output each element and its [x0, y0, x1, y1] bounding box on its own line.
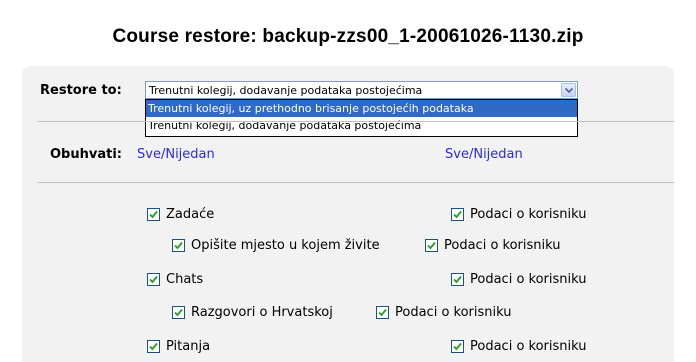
dropdown-option-add-to-existing[interactable]: Trenutni kolegij, dodavanje podataka pos…	[146, 117, 577, 134]
section-divider	[38, 121, 674, 122]
checkmark-icon	[174, 241, 183, 250]
checkmark-icon	[427, 241, 436, 250]
module-label: Razgovori o Hrvatskoj	[191, 305, 333, 320]
userdata-checkbox[interactable]	[451, 273, 464, 286]
chevron-down-icon	[565, 87, 573, 94]
checkmark-icon	[378, 308, 387, 317]
checkmark-icon	[453, 210, 462, 219]
checkmark-icon	[149, 275, 158, 284]
userdata-label: Podaci o korisniku	[470, 272, 587, 287]
userdata-label: Podaci o korisniku	[470, 207, 587, 222]
userdata-checkbox[interactable]	[451, 340, 464, 353]
select-all-userdata-link[interactable]: Sve	[445, 147, 469, 162]
page-title: Course restore: backup-zzs00_1-20061026-…	[112, 26, 584, 47]
select-links-userdata: Sve/Nijedan	[445, 147, 523, 162]
module-checkbox[interactable]	[147, 340, 160, 353]
userdata-label: Podaci o korisniku	[395, 305, 512, 320]
module-label: Zadaće	[166, 207, 215, 222]
dropdown-option-delete-existing[interactable]: Trenutni kolegij, uz prethodno brisanje …	[146, 100, 577, 117]
module-label: Pitanja	[166, 339, 211, 354]
checkmark-icon	[149, 342, 158, 351]
module-checkbox[interactable]	[147, 208, 160, 221]
module-checkbox[interactable]	[147, 273, 160, 286]
userdata-checkbox[interactable]	[376, 306, 389, 319]
module-checkbox[interactable]	[172, 306, 185, 319]
checkmark-icon	[453, 342, 462, 351]
userdata-checkbox[interactable]	[451, 208, 464, 221]
userdata-checkbox[interactable]	[425, 239, 438, 252]
userdata-label: Podaci o korisniku	[470, 339, 587, 354]
select-links-modules: Sve/Nijedan	[137, 147, 215, 162]
checkmark-icon	[453, 275, 462, 284]
dropdown-arrow-button[interactable]	[561, 83, 576, 97]
restore-to-select[interactable]: Trenutni kolegij, dodavanje podataka pos…	[145, 81, 578, 99]
restore-to-label: Restore to:	[40, 83, 122, 98]
select-none-link[interactable]: Nijedan	[165, 147, 214, 162]
module-checkbox[interactable]	[172, 239, 185, 252]
module-label: Opišite mjesto u kojem živite	[191, 238, 380, 253]
section-divider	[38, 182, 674, 183]
userdata-label: Podaci o korisniku	[444, 238, 561, 253]
module-label: Chats	[166, 272, 204, 287]
checkmark-icon	[149, 210, 158, 219]
select-none-userdata-link[interactable]: Nijedan	[473, 147, 522, 162]
restore-to-dropdown-list: Trenutni kolegij, uz prethodno brisanje …	[145, 99, 578, 137]
checkmark-icon	[174, 308, 183, 317]
restore-to-selected-value: Trenutni kolegij, dodavanje podataka pos…	[149, 84, 423, 97]
select-all-link[interactable]: Sve	[137, 147, 161, 162]
include-label: Obuhvati:	[50, 147, 122, 162]
